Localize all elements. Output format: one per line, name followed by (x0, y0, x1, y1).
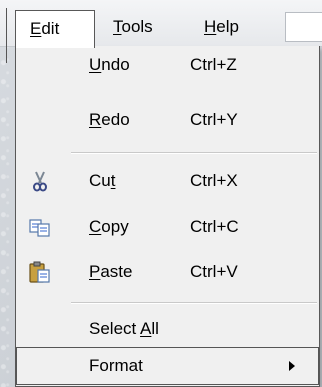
cut-shortcut: Ctrl+X (190, 171, 238, 190)
copy-icon (29, 219, 50, 237)
scissors-icon (33, 171, 47, 192)
edit-dropdown-menu: Undo Ctrl+Z Redo Ctrl+Y Cut Ctrl+X Copy … (15, 46, 320, 387)
menu-item-format[interactable]: Format (16, 347, 319, 385)
paste-shortcut: Ctrl+V (190, 262, 238, 281)
undo-shortcut: Ctrl+Z (190, 55, 237, 74)
menu-item-redo[interactable]: Redo Ctrl+Y (16, 101, 319, 139)
submenu-arrow-icon (289, 361, 295, 371)
menu-edit-label: dit (41, 19, 60, 38)
menu-tools-label: ools (121, 17, 153, 36)
menu-bar: Edit Tools Help (0, 0, 322, 63)
undo-label: Undo (89, 55, 130, 74)
menu-separator (71, 302, 317, 304)
select-all-label: Select All (89, 319, 159, 338)
menu-help-mnemonic: H (204, 17, 217, 36)
menu-item-copy[interactable]: Copy Ctrl+C (16, 208, 319, 246)
cut-label: Cut (89, 171, 116, 190)
window-edge (0, 8, 7, 63)
menu-item-paste[interactable]: Paste Ctrl+V (16, 253, 319, 291)
copy-label: Copy (89, 217, 129, 236)
menu-help-label: elp (216, 17, 239, 36)
menu-item-undo[interactable]: Undo Ctrl+Z (16, 46, 319, 84)
paste-label: Paste (89, 262, 133, 281)
menu-tools[interactable]: Tools (113, 10, 153, 44)
format-label: Format (89, 356, 143, 375)
paste-icon (29, 261, 50, 283)
menu-help[interactable]: Help (204, 10, 239, 44)
copy-shortcut: Ctrl+C (190, 217, 239, 236)
redo-shortcut: Ctrl+Y (190, 110, 238, 129)
menu-edit[interactable]: Edit (15, 10, 95, 48)
menu-tools-mnemonic: T (113, 17, 122, 36)
menu-edit-mnemonic: E (30, 19, 42, 38)
menu-separator (71, 152, 317, 154)
toolbar-field[interactable] (285, 12, 322, 42)
menu-item-cut[interactable]: Cut Ctrl+X (16, 162, 319, 200)
redo-label: Redo (89, 110, 130, 129)
menu-item-select-all[interactable]: Select All (16, 310, 319, 348)
